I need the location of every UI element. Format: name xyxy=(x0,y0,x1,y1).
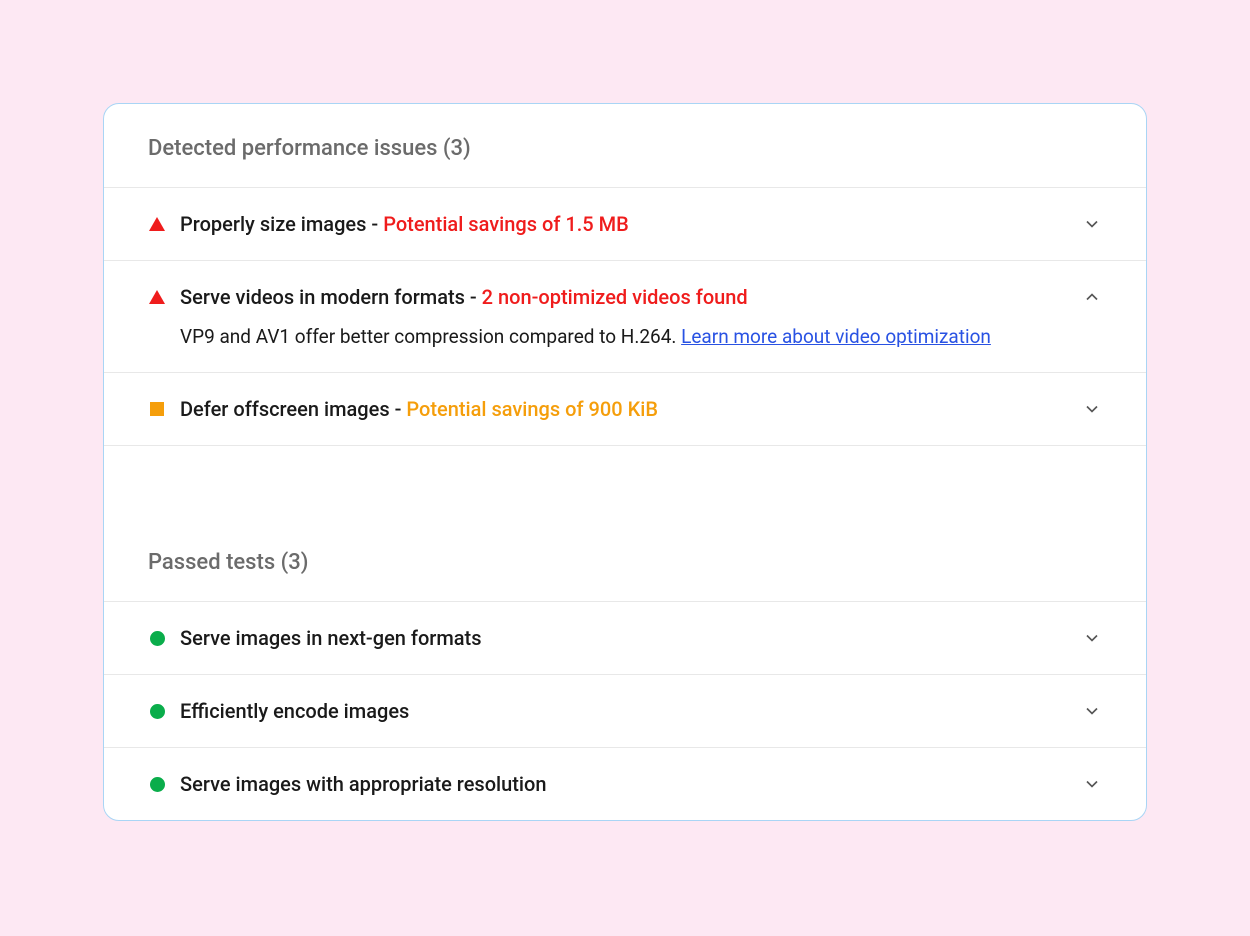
chevron-down-icon xyxy=(1082,214,1102,234)
chevron-down-icon xyxy=(1082,701,1102,721)
issue-description: VP9 and AV1 offer better compression com… xyxy=(148,309,1102,348)
chevron-down-icon xyxy=(1082,399,1102,419)
chevron-up-icon xyxy=(1082,287,1102,307)
issue-row-defer-images[interactable]: Defer offscreen images - Potential savin… xyxy=(104,373,1146,446)
learn-more-link[interactable]: Learn more about video optimization xyxy=(681,325,991,348)
issue-title: Defer offscreen images - Potential savin… xyxy=(180,397,1082,421)
issue-row-video-formats[interactable]: Serve videos in modern formats - 2 non-o… xyxy=(104,261,1146,373)
warning-triangle-icon xyxy=(148,288,166,306)
passed-title-text: Serve images with appropriate resolution xyxy=(180,772,1082,796)
issue-title: Properly size images - Potential savings… xyxy=(180,212,1082,236)
pass-circle-icon xyxy=(148,775,166,793)
chevron-down-icon xyxy=(1082,774,1102,794)
passed-row-nextgen[interactable]: Serve images in next-gen formats xyxy=(104,602,1146,675)
warning-square-icon xyxy=(148,400,166,418)
pass-circle-icon xyxy=(148,702,166,720)
passed-title: Passed tests (3) xyxy=(148,550,1102,575)
issue-row-size-images[interactable]: Properly size images - Potential savings… xyxy=(104,188,1146,261)
performance-panel: Detected performance issues (3) Properly… xyxy=(103,103,1147,821)
issues-header: Detected performance issues (3) xyxy=(104,104,1146,188)
issue-title: Serve videos in modern formats - 2 non-o… xyxy=(180,285,1082,309)
passed-row-resolution[interactable]: Serve images with appropriate resolution xyxy=(104,748,1146,820)
passed-title-text: Efficiently encode images xyxy=(180,699,1082,723)
chevron-down-icon xyxy=(1082,628,1102,648)
passed-title-text: Serve images in next-gen formats xyxy=(180,626,1082,650)
issues-title: Detected performance issues (3) xyxy=(148,136,1102,161)
warning-triangle-icon xyxy=(148,215,166,233)
passed-row-encode[interactable]: Efficiently encode images xyxy=(104,675,1146,748)
passed-header: Passed tests (3) xyxy=(104,446,1146,602)
pass-circle-icon xyxy=(148,629,166,647)
